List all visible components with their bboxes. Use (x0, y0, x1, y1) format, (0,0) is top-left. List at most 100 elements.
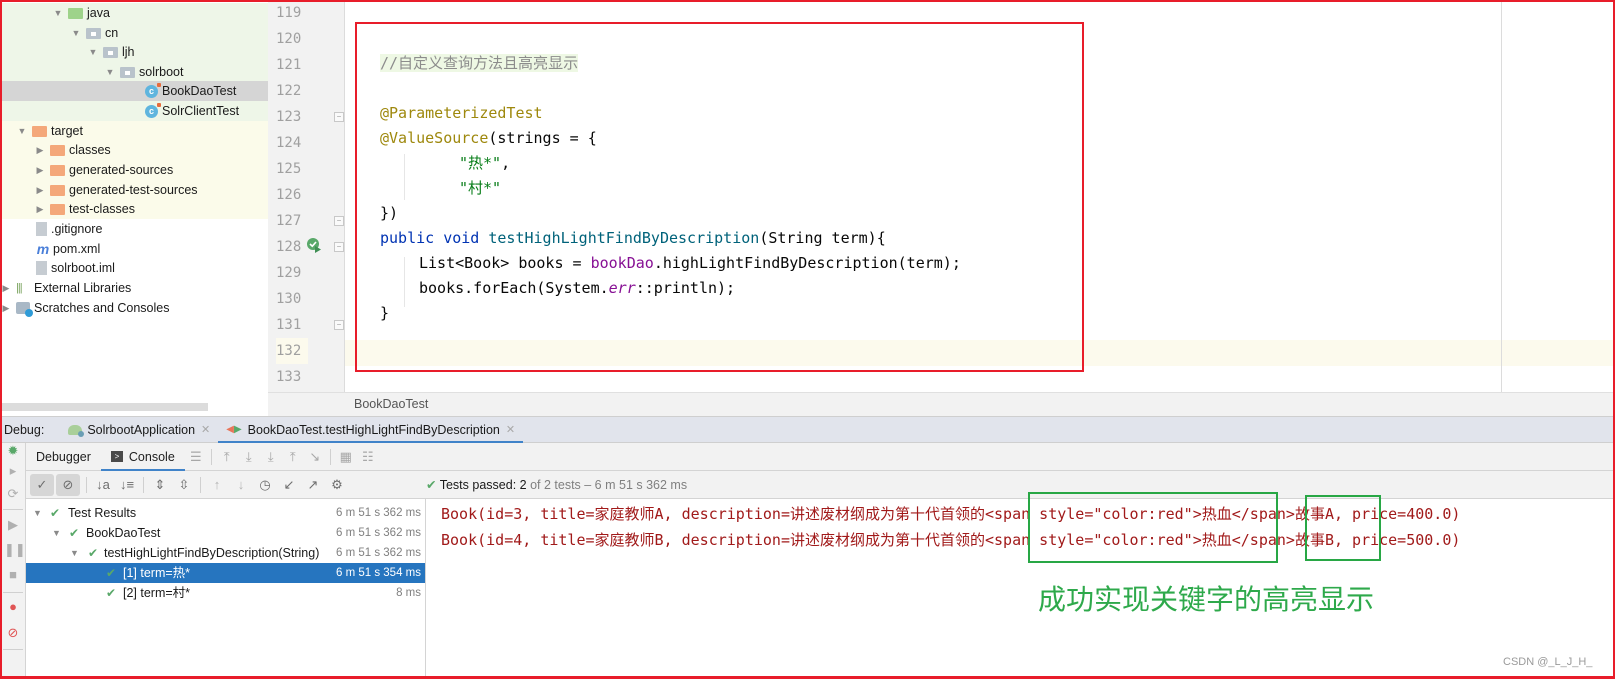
sort-alphabetically-icon[interactable]: ↓a (91, 474, 115, 496)
line-number: 130 (276, 291, 302, 307)
debug-toolbar: Debugger > Console ☰ ⤒ ⤓ ⤓ ⤒ ↘ ▦ ☷ (26, 443, 1615, 472)
chevron-down-icon[interactable]: ▼ (52, 523, 61, 543)
show-passed-icon[interactable]: ✓ (30, 473, 54, 496)
import-tests-icon[interactable]: ↙ (277, 474, 301, 496)
test-tree-row[interactable]: ▼ ✔ Test Results 6 m 51 s 362 ms (26, 503, 425, 523)
menu-icon[interactable]: ☰ (185, 449, 207, 465)
libraries-icon: ||| (16, 282, 23, 294)
fold-toggle-icon[interactable]: − (334, 216, 344, 226)
passed-check-icon: ✔ (88, 546, 99, 560)
run-to-cursor-icon[interactable]: ↘ (304, 449, 326, 465)
annotation-caption: 成功实现关键字的高亮显示 (1038, 584, 1375, 615)
evaluate-expression-icon[interactable]: ▦ (335, 449, 357, 465)
tree-item-java[interactable]: ▼ java (0, 3, 268, 23)
run-test-icon[interactable] (306, 237, 322, 253)
divider (200, 476, 201, 493)
tree-item-classes[interactable]: ▶ classes (0, 140, 268, 160)
tab-debugger[interactable]: Debugger (26, 443, 101, 471)
chevron-down-icon[interactable]: ▼ (70, 28, 82, 38)
pause-icon[interactable]: ❚❚ (4, 541, 26, 559)
tree-item-cn[interactable]: ▼ cn (0, 23, 268, 43)
chevron-down-icon[interactable]: ▼ (16, 126, 28, 136)
stop-icon[interactable]: ■ (4, 566, 22, 584)
bug-icon[interactable]: ✹ (4, 442, 22, 460)
line-number: 132 (276, 338, 308, 364)
tree-item-ljh[interactable]: ▼ ljh (0, 42, 268, 62)
export-tests-icon[interactable]: ↗ (301, 474, 325, 496)
tree-item-pom[interactable]: m pom.xml (0, 239, 268, 259)
chevron-down-icon[interactable]: ▼ (104, 67, 116, 77)
rerun-failed-icon[interactable]: ▸ (4, 462, 22, 480)
chevron-right-icon[interactable]: ▶ (34, 185, 46, 196)
tree-item-solrboot-iml[interactable]: solrboot.iml (0, 258, 268, 278)
chevron-right-icon[interactable]: ▶ (0, 303, 12, 314)
excluded-folder-icon (50, 144, 65, 156)
test-tree-row-selected[interactable]: ✔ [1] term=热* 6 m 51 s 354 ms (26, 563, 425, 583)
show-ignored-icon[interactable]: ⊘ (56, 473, 80, 496)
test-run-icon: ◀▶ (226, 424, 242, 435)
line-number: 125 (276, 161, 302, 177)
previous-failed-icon[interactable]: ↑ (205, 474, 229, 496)
divider (329, 448, 331, 465)
passed-check-icon: ✔ (50, 506, 61, 520)
tree-item-scratches[interactable]: ▶ Scratches and Consoles (0, 298, 268, 318)
test-history-icon[interactable]: ◷ (253, 474, 277, 496)
module-file-icon (36, 261, 47, 275)
annotation-red-box (355, 22, 1084, 372)
fold-toggle-icon[interactable]: − (334, 320, 344, 330)
excluded-folder-icon (50, 203, 65, 215)
close-icon[interactable]: ✕ (201, 423, 210, 436)
line-number: 121 (276, 57, 302, 73)
editor-breadcrumb[interactable]: BookDaoTest (268, 392, 1615, 416)
test-tree-row[interactable]: ✔ [2] term=村* 8 ms (26, 583, 425, 603)
test-tree-row[interactable]: ▼ ✔ BookDaoTest 6 m 51 s 362 ms (26, 523, 425, 543)
sort-by-duration-icon[interactable]: ↓≡ (115, 474, 139, 496)
step-into-icon[interactable]: ⤓ (260, 449, 282, 465)
show-execution-point-icon[interactable]: ⤒ (216, 449, 238, 465)
view-breakpoints-icon[interactable]: ● (4, 598, 22, 616)
chevron-right-icon[interactable]: ▶ (34, 204, 46, 215)
tree-item-target[interactable]: ▼ target (0, 121, 268, 141)
tree-item-solrclienttest[interactable]: c SolrClientTest (0, 101, 268, 121)
fold-toggle-icon[interactable]: − (334, 112, 344, 122)
tab-solrboot-application[interactable]: SolrbootApplication ✕ (60, 416, 218, 443)
line-number: 127 (276, 213, 302, 229)
tree-item-generated-sources[interactable]: ▶ generated-sources (0, 160, 268, 180)
test-tree-row[interactable]: ▼ ✔ testHighLightFindByDescription(Strin… (26, 543, 425, 563)
console-output[interactable]: Book(id=3, title=家庭教师A, description=讲述废材… (427, 499, 1613, 677)
tab-console[interactable]: > Console (100, 443, 185, 472)
settings-gear-icon[interactable]: ⚙ (325, 474, 349, 496)
chevron-right-icon[interactable]: ▶ (34, 165, 46, 176)
resume-icon[interactable]: ▶ (4, 516, 22, 534)
horizontal-scrollbar[interactable] (0, 403, 208, 411)
collapse-all-icon[interactable]: ⇳ (172, 474, 196, 496)
chevron-down-icon[interactable]: ▼ (87, 47, 99, 57)
chevron-right-icon[interactable]: ▶ (34, 145, 46, 156)
chevron-right-icon[interactable]: ▶ (0, 283, 12, 294)
step-out-icon[interactable]: ⤒ (282, 449, 304, 465)
next-failed-icon[interactable]: ↓ (229, 474, 253, 496)
tree-item-test-classes[interactable]: ▶ test-classes (0, 199, 268, 219)
expand-all-icon[interactable]: ⇕ (148, 474, 172, 496)
tree-item-external-libraries[interactable]: ▶ ||| External Libraries (0, 278, 268, 298)
chevron-down-icon[interactable]: ▼ (52, 8, 64, 18)
watermark: CSDN @_L_J_H_ (1503, 656, 1593, 668)
tree-item-bookdaotest[interactable]: c BookDaoTest (0, 81, 268, 101)
debug-label: Debug: (4, 422, 45, 437)
tree-item-gitignore[interactable]: .gitignore (0, 219, 268, 239)
trace-icon[interactable]: ☷ (357, 449, 379, 465)
fold-toggle-icon[interactable]: − (334, 242, 344, 252)
restore-layout-icon[interactable]: ⟳ (4, 485, 22, 503)
mute-breakpoints-icon[interactable]: ⊘ (4, 624, 22, 642)
line-number: 126 (276, 187, 302, 203)
excluded-folder-icon (32, 125, 47, 137)
tab-bookdaotest-run[interactable]: ◀▶ BookDaoTest.testHighLightFindByDescri… (218, 416, 523, 444)
tree-item-generated-test-sources[interactable]: ▶ generated-test-sources (0, 180, 268, 200)
chevron-down-icon[interactable]: ▼ (70, 543, 79, 563)
chevron-down-icon[interactable]: ▼ (33, 503, 42, 523)
step-over-icon[interactable]: ⤓ (238, 449, 260, 465)
close-icon[interactable]: ✕ (506, 423, 515, 436)
line-number: 123 (276, 109, 302, 125)
tree-item-solrboot[interactable]: ▼ solrboot (0, 62, 268, 82)
line-number: 129 (276, 265, 302, 281)
